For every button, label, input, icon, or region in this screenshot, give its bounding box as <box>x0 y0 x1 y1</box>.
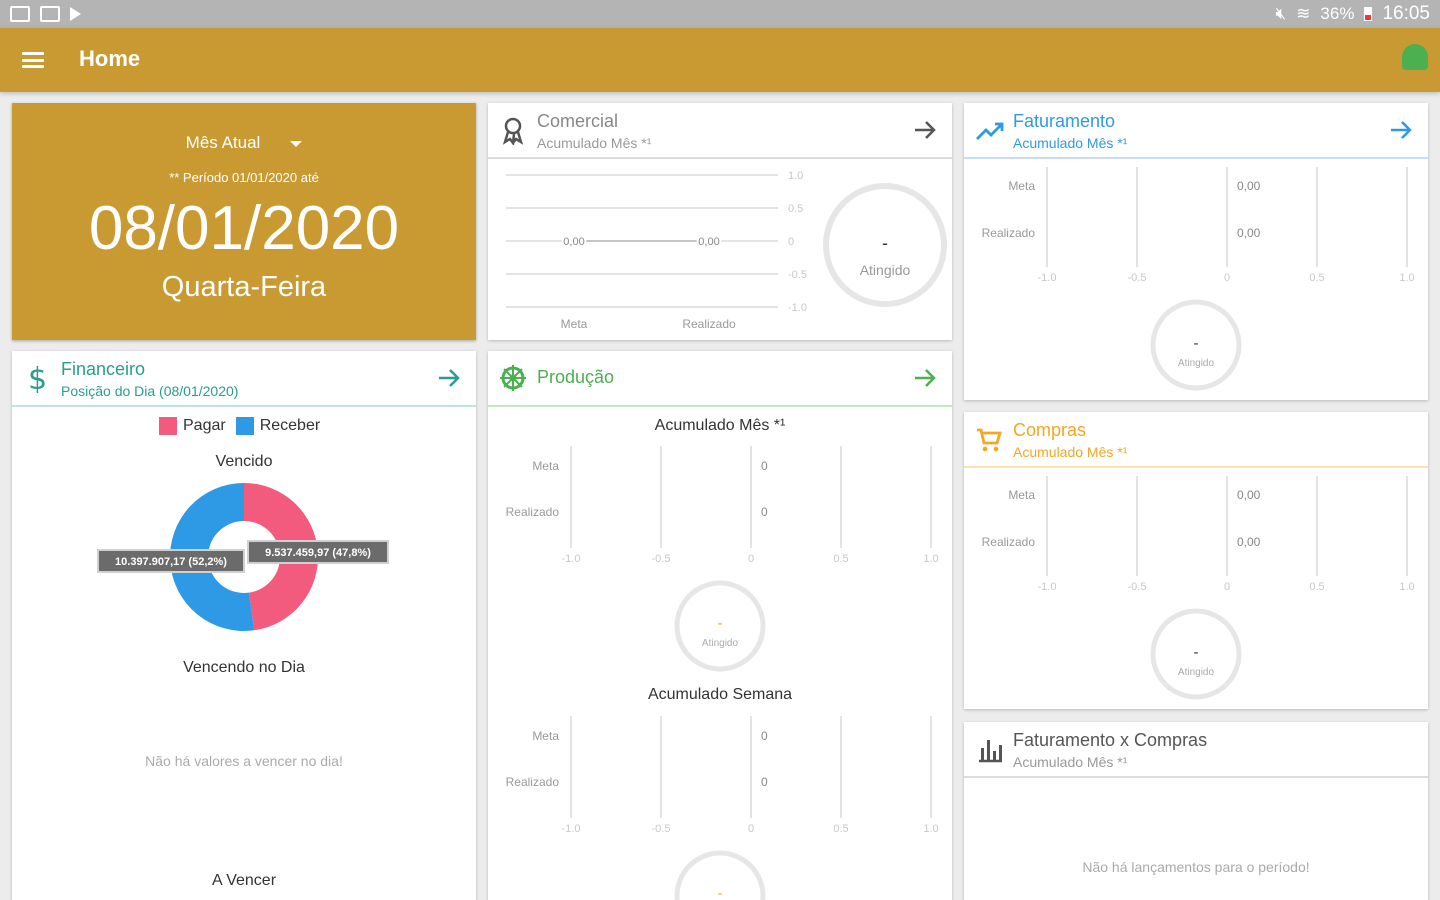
faturamento-gauge <box>1150 299 1242 391</box>
comercial-gauge-label: Atingido <box>859 262 911 278</box>
donut-data-label: 9.537.459,97 (47,8%) <box>265 547 371 559</box>
clock: 16:05 <box>1382 3 1430 24</box>
compras-gauge-label: Atingido <box>1177 667 1215 678</box>
app-bar: Home <box>0 28 1440 92</box>
android-icon[interactable] <box>1402 44 1428 70</box>
battery-percent: 36% <box>1320 4 1355 23</box>
period-dropdown[interactable]: Mês Atual <box>12 133 476 153</box>
producao-semana-gauge-value: - <box>717 885 723 900</box>
producao-card: Produção Acumulado Mês *¹ -1.0 -0.5 0 0.5 1.… <box>488 351 952 900</box>
current-date: 08/01/2020 <box>88 194 400 263</box>
weekday: Quarta-Feira <box>161 271 327 303</box>
producao-mes-gauge-label: Atingido <box>701 638 739 649</box>
faturamento-gauge-value: - <box>1193 335 1199 352</box>
comercial-card: Comercial Acumulado Mês *¹ 1.0 0.5 0 -0.5 -1… <box>488 103 952 340</box>
period-note: ** Período 01/01/2020 até <box>169 170 319 185</box>
menu-icon[interactable] <box>22 52 44 68</box>
gallery-icon <box>10 6 30 22</box>
comercial-gauge <box>823 183 947 307</box>
mute-icon: 🔇︎ <box>1275 4 1287 23</box>
vencendo-empty-message: Não há valores a vencer no dia! <box>145 753 343 769</box>
fat-compras-header: Faturamento x Compras Acumulado Mês *¹ <box>964 722 1428 778</box>
battery-icon <box>1364 7 1373 21</box>
faturamento-gauge-label: Atingido <box>1177 358 1215 369</box>
chevron-down-icon <box>290 140 303 147</box>
photo-icon <box>40 6 60 22</box>
page-title: Home <box>79 46 141 71</box>
producao-mes-gauge-value: - <box>717 615 723 632</box>
financeiro-card: $ Financeiro Posição do Dia (08/01/2020)… <box>12 351 476 900</box>
bar-chart-icon <box>979 740 1002 763</box>
vencido-donut-chart: 9.537.459,97 (47,8%) 10.397.907,17 (52,2%… <box>97 483 389 631</box>
compras-card: Compras Acumulado Mês *¹ -1.0 -0.5 0 0.5 1.0… <box>964 412 1428 709</box>
producao-semana-label: Acumulado Semana <box>647 686 793 703</box>
compras-gauge <box>1150 608 1242 700</box>
a-vencer-label: A Vencer <box>211 872 277 889</box>
fat-compras-empty-message: Não há lançamentos para o período! <box>1082 859 1310 875</box>
vencendo-label: Vencendo no Dia <box>183 659 305 676</box>
compras-gauge-value: - <box>1193 644 1199 661</box>
comercial-gauge-value: - <box>882 233 888 253</box>
period-dropdown-value: Mês Atual <box>185 133 261 152</box>
fat-compras-title: Faturamento x Compras <box>1013 730 1208 750</box>
status-bar: 🔇︎ ≋ 36% 16:05 <box>0 0 1440 28</box>
date-card: Mês Atual ** Período 01/01/2020 até 08/0… <box>12 103 476 340</box>
faturamento-card: Faturamento Acumulado Mês *¹ -1.0 -0.5 0 0.… <box>964 103 1428 400</box>
fat-compras-subtitle: Acumulado Mês *¹ <box>1013 754 1128 770</box>
donut-data-label: 10.397.907,17 (52,2%) <box>115 556 227 568</box>
play-store-icon <box>70 7 81 21</box>
fat-compras-card: Faturamento x Compras Acumulado Mês *¹ N… <box>964 722 1428 900</box>
wifi-icon: ≋ <box>1296 4 1311 23</box>
